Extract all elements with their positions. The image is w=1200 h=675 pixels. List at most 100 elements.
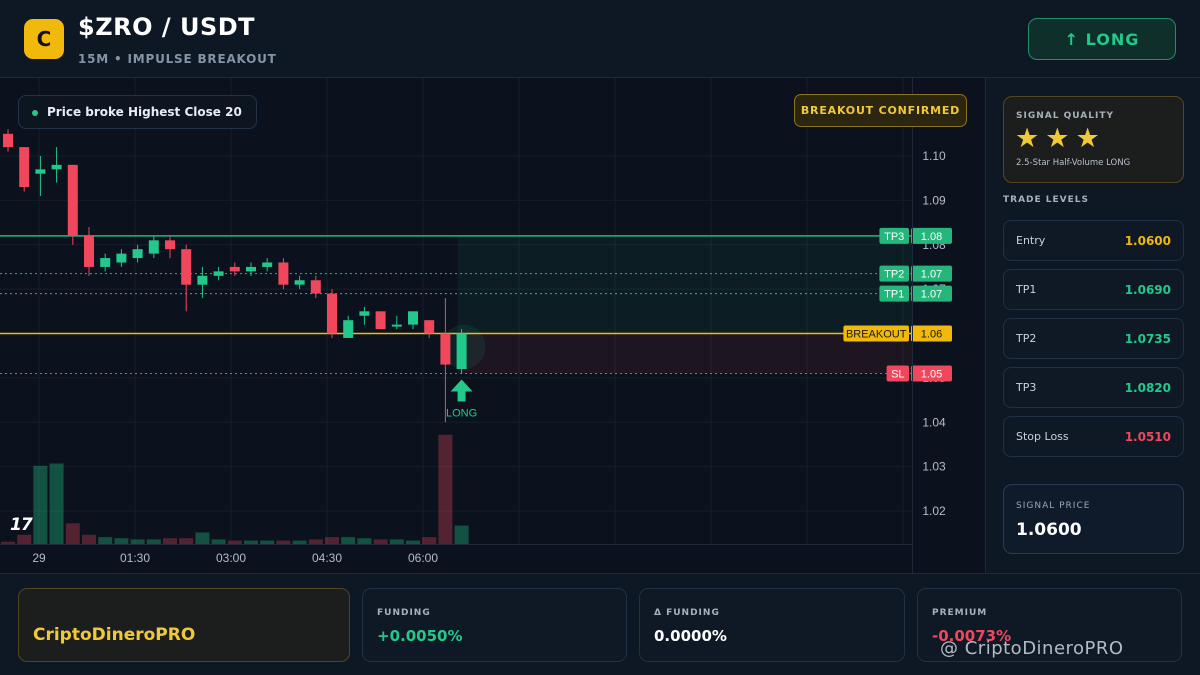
star-icon: ★ (1045, 123, 1070, 154)
signal-price-card: SIGNAL PRICE 1.0600 (1003, 484, 1184, 554)
funding-value: +0.0050% (377, 627, 463, 645)
candle (262, 262, 273, 267)
volume-bar (244, 540, 258, 544)
time-axis-label: 06:00 (408, 551, 438, 565)
volume-bar (211, 539, 226, 544)
coin-logo-icon: C (24, 19, 64, 59)
volume-bar (65, 523, 80, 544)
candle (148, 240, 159, 254)
volume-bar (406, 540, 420, 544)
breakout-hint: Price broke Highest Close 20 (18, 95, 257, 129)
header: C $ZRO / USDT 15M • IMPULSE BREAKOUT ↑ L… (0, 0, 1200, 78)
candle (440, 333, 451, 365)
volume-bar (195, 532, 210, 544)
level-row-stop-loss: Stop Loss 1.0510 (1003, 416, 1184, 457)
funding-card: FUNDING +0.0050% (362, 588, 627, 662)
volume-bar (33, 465, 48, 544)
level-label: TP2 (1016, 332, 1037, 345)
brand-card: CriptoDineroPRO (18, 588, 350, 662)
candle (84, 235, 94, 267)
volume-bar (98, 537, 113, 544)
funding-label: FUNDING (377, 608, 431, 618)
candle (100, 258, 111, 267)
delta-funding-value: 0.0000% (654, 627, 727, 645)
time-axis-label: 04:30 (312, 551, 342, 565)
volume-bar (114, 538, 129, 544)
star-icon: ★ (1015, 123, 1040, 154)
signal-panel: SIGNAL QUALITY ★ ★ ★ 2.5-Star Half-Volum… (985, 78, 1200, 573)
volume-bar (130, 539, 145, 544)
star-rating: ★ ★ ★ (1015, 125, 1100, 152)
level-row-tp3: TP3 1.0820 (1003, 367, 1184, 408)
star-icon: ★ (1075, 123, 1100, 154)
take-profit-zone (457, 235, 912, 334)
price-axis-label: 1.04 (922, 415, 946, 429)
price-axis-label: 1.03 (922, 460, 946, 474)
candle (51, 164, 62, 170)
candle (310, 280, 321, 294)
price-axis-label: 1.09 (922, 193, 946, 207)
breakout-confirmed-badge: BREAKOUT CONFIRMED (794, 94, 967, 127)
volume-bar (341, 537, 356, 544)
candle (67, 164, 78, 236)
time-axis-label: 03:00 (216, 551, 246, 565)
time-axis-label: 01:30 (120, 551, 150, 565)
volume-bar (373, 539, 388, 544)
chart-svg: LONG 1.10 1.09 1.08 1.07 1.06 1.05 1.04 1.03 1.02… (0, 78, 952, 573)
volume-bar (146, 539, 161, 544)
price-axis-label: 1.10 (922, 149, 946, 163)
candle (165, 240, 175, 250)
candle (391, 324, 402, 327)
level-name-text: TP2 (884, 269, 904, 281)
candle (408, 311, 418, 325)
candle (278, 262, 289, 285)
brand-name: CriptoDineroPRO (33, 625, 196, 645)
signal-price-title: SIGNAL PRICE (1016, 501, 1091, 511)
volume-bar (17, 534, 32, 544)
volume-bar (325, 537, 339, 544)
price-chart[interactable]: LONG 1.10 1.09 1.08 1.07 1.06 1.05 1.04 1.03 1.02… (0, 78, 985, 573)
volume-bar (308, 539, 323, 544)
candle (132, 249, 143, 259)
volume-bar (276, 540, 291, 544)
volume-bar (438, 434, 453, 544)
long-marker-label: LONG (446, 407, 477, 419)
level-value-text: 1.07 (921, 269, 942, 281)
candle (327, 293, 337, 334)
candle (19, 147, 30, 188)
level-value-text: 1.05 (921, 368, 942, 380)
level-value: 1.0510 (1124, 430, 1171, 444)
price-axis-label: 1.02 (922, 504, 946, 518)
volume-bar (163, 538, 177, 544)
long-button[interactable]: ↑ LONG (1028, 18, 1176, 60)
candle (424, 320, 435, 334)
level-name-text: TP1 (884, 289, 904, 301)
tradingview-logo-icon: 17 (10, 515, 33, 535)
delta-funding-card: Δ FUNDING 0.0000% (639, 588, 905, 662)
candle (3, 133, 13, 148)
premium-label: PREMIUM (932, 608, 988, 618)
candle (343, 320, 354, 338)
footer: CriptoDineroPRO FUNDING +0.0050% Δ FUNDI… (0, 573, 1200, 675)
volume-bar (422, 537, 437, 544)
volume-bar (227, 540, 242, 544)
candle (375, 311, 386, 330)
volume-bar (49, 463, 64, 544)
level-value-text: 1.07 (921, 289, 942, 301)
level-row-entry: Entry 1.0600 (1003, 220, 1184, 261)
trade-levels-title: TRADE LEVELS (1003, 195, 1089, 205)
pair-title: $ZRO / USDT (78, 13, 256, 41)
long-arrow-icon (450, 379, 473, 402)
level-name-text: TP3 (884, 231, 904, 243)
candle (197, 275, 208, 285)
volume-bar (292, 540, 307, 544)
signal-quality-title: SIGNAL QUALITY (1016, 111, 1114, 121)
level-name-text: BREAKOUT (846, 329, 907, 341)
hint-text: Price broke Highest Close 20 (47, 105, 242, 119)
level-label: Stop Loss (1016, 430, 1069, 443)
level-value: 1.0820 (1124, 381, 1171, 395)
signal-price-value: 1.0600 (1016, 520, 1082, 540)
hint-dot-icon (32, 110, 38, 116)
candle (35, 169, 46, 174)
volume-bar (82, 534, 96, 544)
